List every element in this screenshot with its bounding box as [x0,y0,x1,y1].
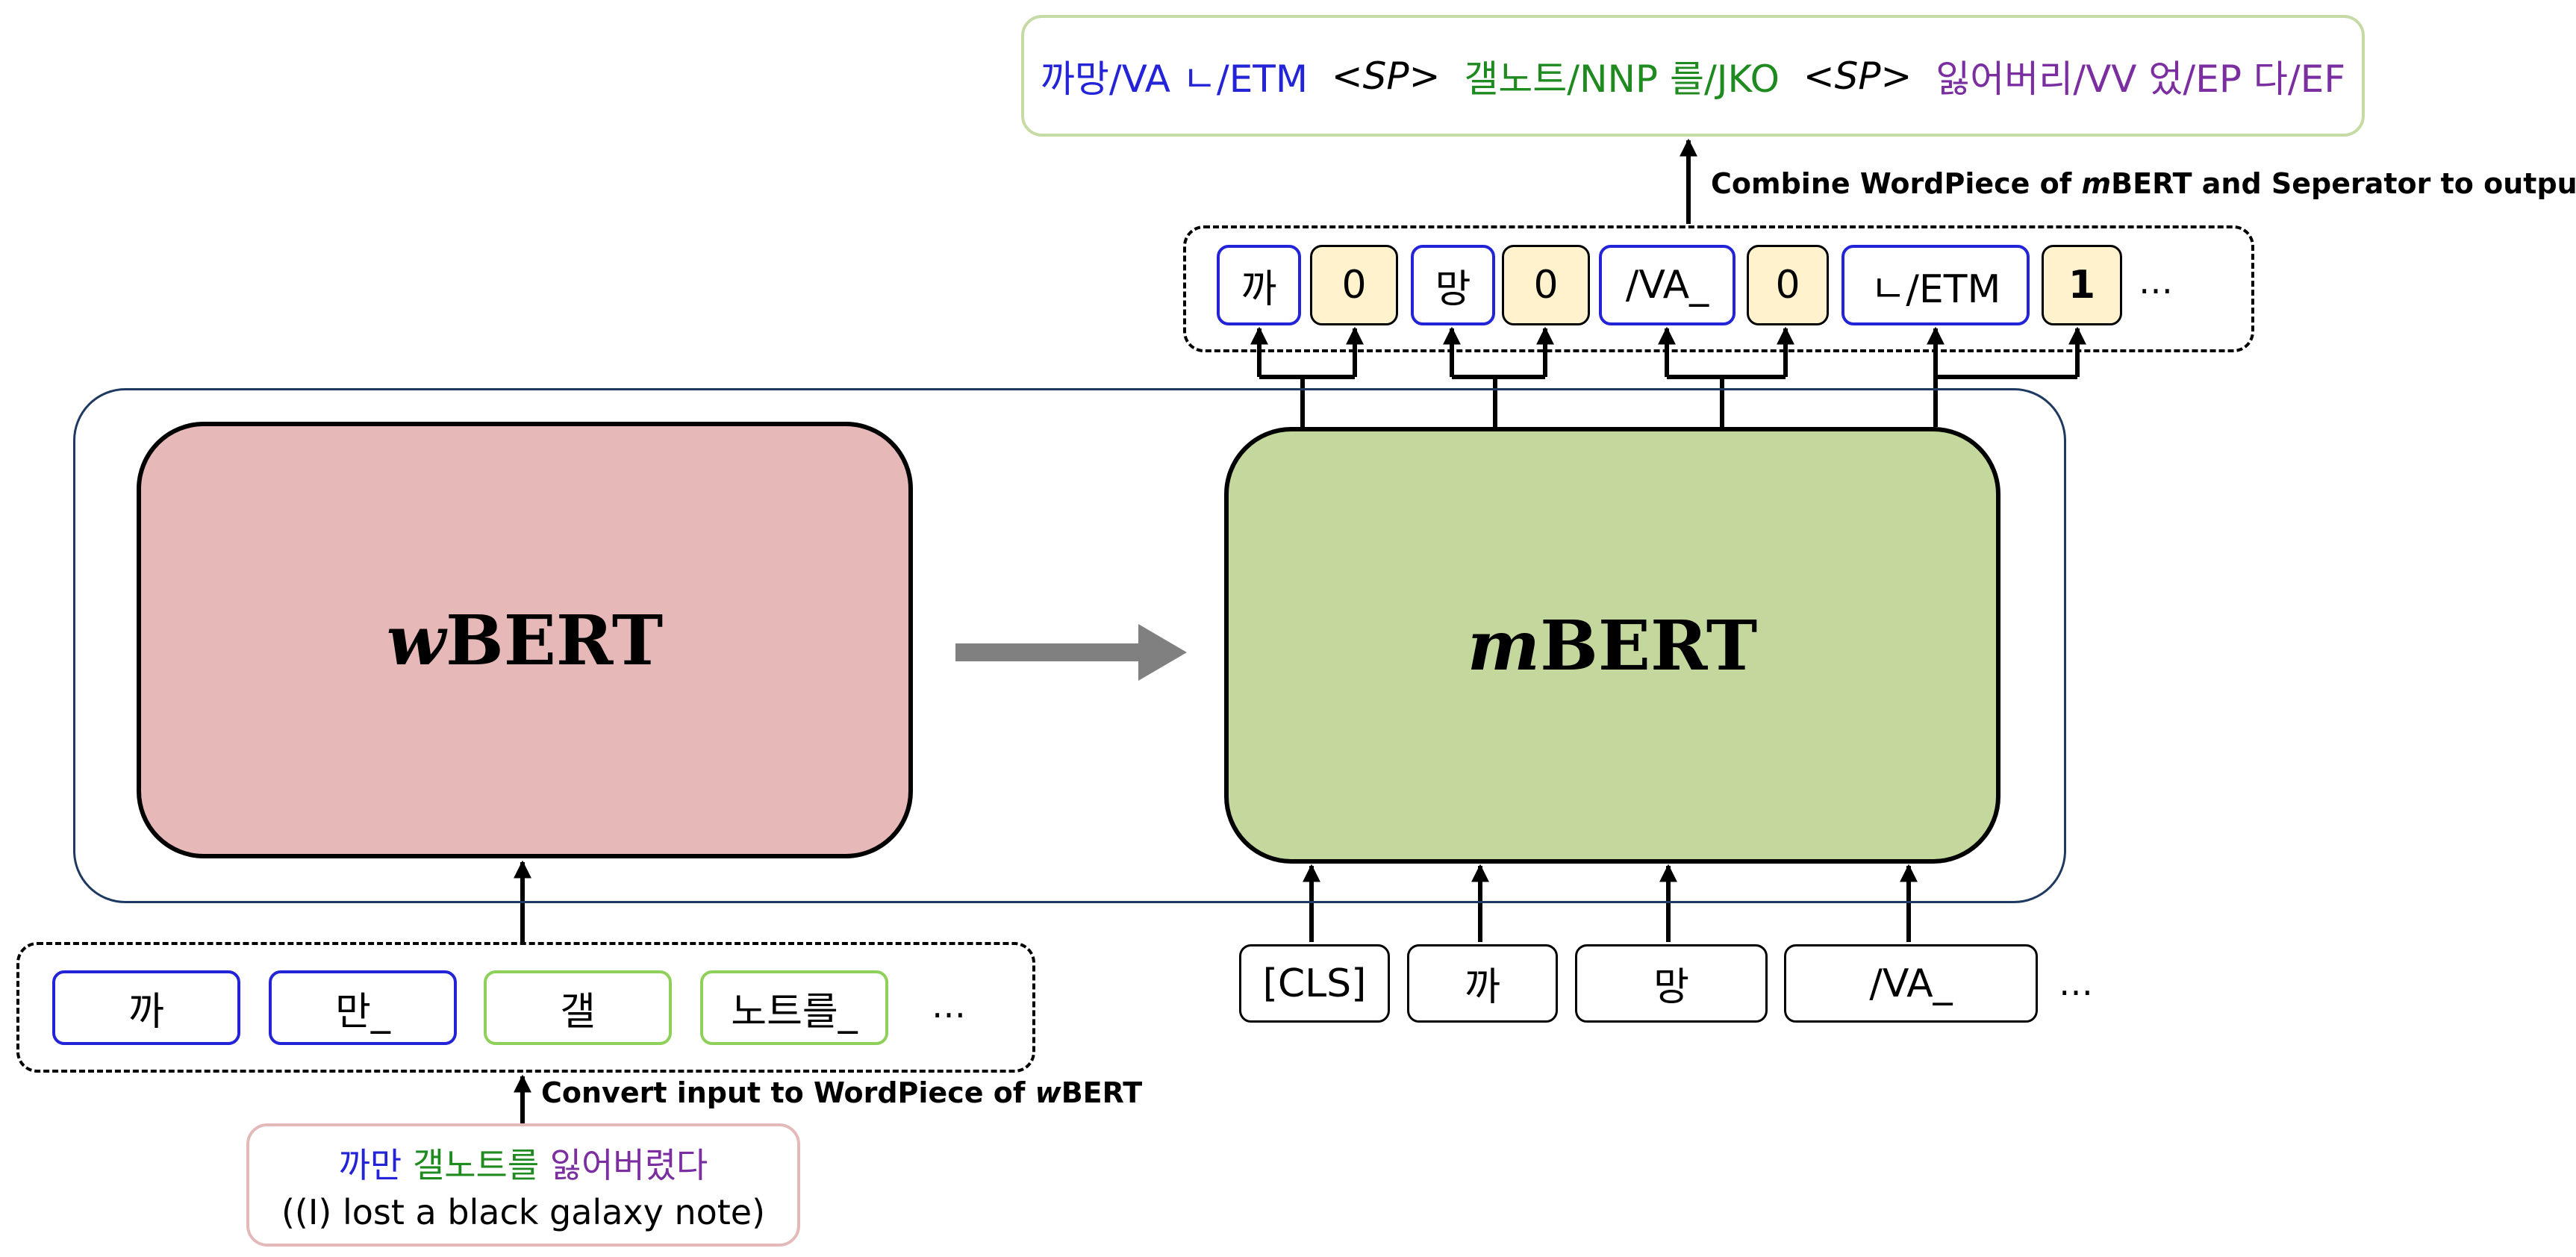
output-separator-label: 1 [2042,245,2122,325]
output-sequence-box: 까망/VA ㄴ/ETM <SP> 갤노트/NNP 를/JKO <SP> 잃어버리… [1021,15,2365,137]
mbert-input-token: 망 [1575,944,1768,1023]
separator-sp-1: <SP> [1331,54,1441,98]
input-sentence-box: 까만 갤노트를 잃어버렸다 ((I) lost a black galaxy n… [246,1123,800,1247]
output-segment-3: 잃어버리/VV 었/EP 다/EF [1936,57,2346,101]
output-token: 까 [1217,245,1301,325]
mbert-input-token: [CLS] [1239,944,1390,1023]
separator-sp-2: <SP> [1803,54,1912,98]
wbert-input-ellipsis: … [932,985,966,1026]
wbert-input-token: 만_ [269,970,457,1045]
output-token: ㄴ/ETM [1841,245,2030,325]
wbert-title: wBERT [386,599,664,681]
input-korean-sentence: 까만 갤노트를 잃어버렸다 [338,1144,708,1185]
wbert-input-token: 갤 [484,970,672,1045]
wbert-input-token: 까 [52,970,240,1045]
input-english-translation: ((I) lost a black galaxy note) [281,1191,766,1232]
mbert-model: mBERT [1224,427,2000,864]
wbert-input-token: 노트를_ [700,970,888,1045]
mbert-input-ellipsis: … [2059,963,2093,1003]
combine-caption: Combine WordPiece of mBERT and Seperator… [1711,167,2576,200]
output-separator-label: 0 [1747,245,1829,325]
mbert-input-token: /VA_ [1784,944,2038,1023]
convert-caption: Convert input to WordPiece of wBERT [541,1076,1143,1109]
mbert-input-token: 까 [1407,944,1558,1023]
output-segment-1: 까망/VA ㄴ/ETM [1040,57,1308,101]
output-token: /VA_ [1599,245,1735,325]
mbert-title: mBERT [1467,605,1758,686]
output-separator-label: 0 [1310,245,1398,325]
wbert-model: wBERT [137,422,913,858]
output-separator-label: 0 [1502,245,1590,325]
output-ellipsis: … [2139,261,2173,302]
output-segment-2: 갤노트/NNP 를/JKO [1464,57,1780,101]
output-token: 망 [1411,245,1495,325]
